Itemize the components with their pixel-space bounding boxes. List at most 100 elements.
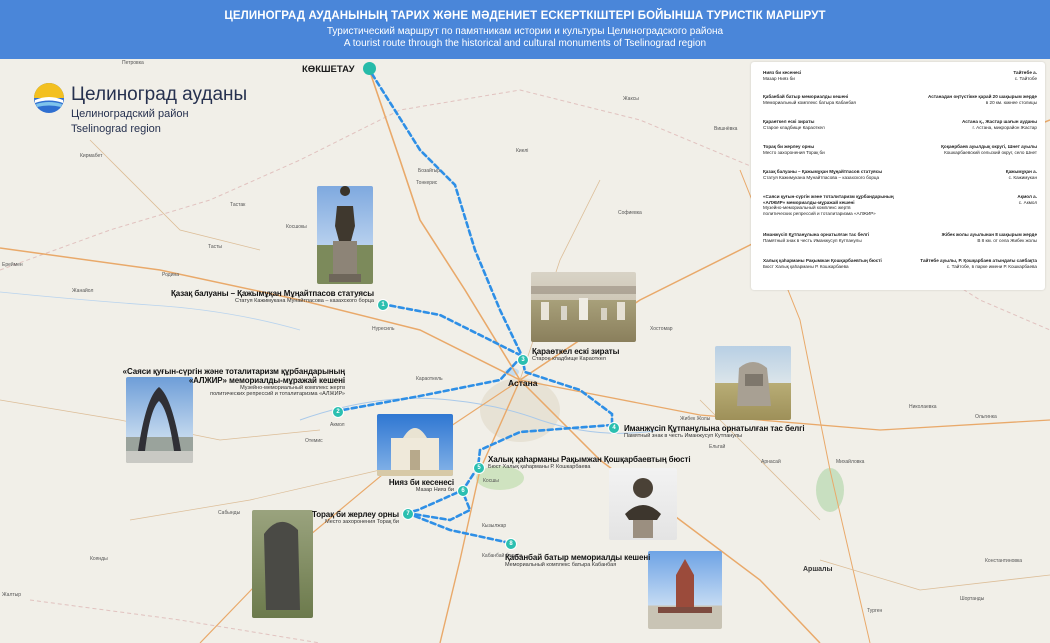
stop-subtitle: Мазар Нияз би — [415, 487, 454, 493]
place-label: Родина — [162, 272, 180, 278]
stop-title: Торақ би жерлеу орны — [311, 510, 399, 519]
stop-caption-2: «Саяси қуғын-сүргін және тоталитаризм құ… — [123, 367, 345, 397]
legend-subtitle: Памятный знак в честь Иманжусуп Кутпанул… — [763, 237, 862, 243]
legend-title: Қазақ балуаны – Қажымұқан Мұңайтпасов ст… — [763, 169, 883, 174]
place-label: Коянды — [90, 556, 108, 562]
statue-photo — [317, 186, 373, 284]
legend-location: Тайтөбе а. — [1013, 70, 1037, 75]
place-label: Ольгинка — [975, 414, 997, 420]
place-label: Акмол — [330, 422, 345, 428]
legend-location-ru: с. Акмол — [1018, 199, 1037, 205]
title-banner: ЦЕЛИНОГРАД АУДАНЫНЫҢ ТАРИХ ЖӘНЕ МӘДЕНИЕТ… — [0, 0, 1050, 59]
legend-title: Қабанбай батыр мемориалды кешені — [763, 94, 849, 99]
stop-marker-4[interactable]: 4 — [608, 422, 620, 434]
legend-location: Тайтөбе ауылы, Р. Қошқарбаев атындағы са… — [920, 258, 1037, 263]
stop-subtitle: Старое кладбище Караоткел — [532, 356, 606, 362]
legend-title: Иманжүсіп Құтпанұлына орнатылған тас бел… — [763, 232, 870, 237]
place-label: Жалтыр — [2, 592, 22, 598]
legend-title: Халық қаһарманы Рақымжан Қошқарбаевтың б… — [763, 258, 882, 263]
stop-subtitle: Бюст Халық қаһарманы Р. Кошкарбаева — [488, 464, 591, 470]
region-emblem-icon — [34, 83, 64, 113]
stop-title: Иманжүсіп Құтпанұлына орнатылған тас бел… — [624, 424, 805, 433]
legend-panel: Нияз би кесенесі Мазар Нияз би Тайтөбе а.… — [751, 62, 1045, 290]
place-label: Арнасай — [761, 459, 781, 465]
stop-title: Нияз би кесенесі — [388, 478, 454, 487]
stop-marker-8[interactable]: 8 — [505, 538, 517, 550]
bust-photo — [609, 468, 677, 540]
title-russian: Туристический маршрут по памятникам исто… — [326, 26, 724, 37]
stop-caption-6: Нияз би кесенесі Мазар Нияз би — [389, 478, 454, 493]
cemetery-photo — [531, 272, 636, 342]
legend-location: Жібек жолы ауылынан 8 шақырым жерде — [941, 232, 1037, 237]
place-label: Хостомар — [650, 326, 673, 332]
legend-location-ru: Кошкарбаевский сельский округ, село Шнет — [944, 149, 1037, 155]
stop-caption-4: Иманжүсіп Құтпанұлына орнатылған тас бел… — [624, 424, 805, 439]
legend-title-2: «АЛЖИР» мемориалды-мұражай кешені — [763, 199, 855, 205]
stop-title-2: «АЛЖИР» мемориалды-мұражай кешені — [188, 376, 345, 385]
place-label: Сабынды — [218, 510, 241, 516]
region-name-kazakh: Целиноград ауданы — [71, 84, 248, 105]
stop-marker-6[interactable]: 6 — [457, 485, 469, 497]
title-english: A tourist route through the historical a… — [343, 38, 707, 49]
legend-subtitle: Место захоронения Торақ би — [763, 149, 825, 155]
place-label: Шортанды — [960, 596, 985, 602]
place-label: Кирмабет — [80, 153, 103, 159]
stop-caption-7: Торақ би жерлеу орны Место захоронения Т… — [312, 510, 399, 525]
legend-subtitle: Бюст Халық қаһарманы Р. Кошкарбаева — [763, 263, 849, 269]
legend-location: Ақмол а. — [1017, 194, 1037, 199]
stop-marker-3[interactable]: 3 — [517, 354, 529, 366]
stop-subtitle: Место захоронения Торақ би — [325, 519, 399, 525]
legend-title: Торақ би жерлеу орны — [763, 144, 815, 149]
legend-location-ru: В 8 км. от села Жибек жолы — [977, 237, 1037, 243]
region-name-english: Tselinograd region — [71, 123, 161, 135]
stop-subtitle: Памятный знак в честь Иманжусуп Кутпанул… — [624, 433, 743, 439]
stop-title: Қараөткел ескі зираты — [532, 347, 620, 356]
place-label: Отемис — [305, 438, 323, 444]
stop-title: Халық қаһарманы Рақымжан Қошқарбаевтың б… — [488, 455, 691, 464]
place-label: Косшокы — [286, 224, 307, 230]
place-label: Турген — [867, 608, 883, 614]
legend-location-ru: с. Кажимукан — [1008, 174, 1037, 180]
stop-marker-2[interactable]: 2 — [332, 406, 344, 418]
place-label: Николаевка — [909, 404, 937, 410]
kokshetau-label: КӨКШЕТАУ — [302, 64, 355, 75]
stop-subtitle-2: политических репрессий и тоталитаризма «… — [210, 391, 345, 397]
legend-subtitle: Музейно-мемориальный комплекс жертв — [763, 205, 851, 211]
stop-marker-5[interactable]: 5 — [473, 462, 485, 474]
legend-subtitle: Мазар Нияз би — [763, 75, 795, 81]
legend-location-ru: с. Тайтобе — [1014, 75, 1037, 81]
place-label: Ереймен — [2, 262, 23, 268]
stop-marker-1[interactable]: 1 — [377, 299, 389, 311]
place-label: Бозайгыр — [418, 168, 441, 174]
legend-subtitle: Мемориальный комплекс батыра Кабанбая — [763, 99, 856, 105]
place-label: Аршалы — [803, 566, 833, 573]
stop-caption-5: Халық қаһарманы Рақымжан Қошқарбаевтың б… — [488, 455, 691, 470]
stop-title: «Саяси қуғын-сүргін және тоталитаризм құ… — [122, 367, 345, 376]
memorial-complex-photo — [648, 551, 722, 629]
place-label: Тасты — [208, 244, 222, 250]
stop-caption-3: Қараөткел ескі зираты Старое кладбище Ка… — [532, 347, 619, 362]
mausoleum-photo — [377, 414, 453, 476]
legend-subtitle: Старое кладбище Караоткел — [763, 124, 825, 130]
place-label: Киелі — [516, 148, 529, 154]
legend-location: Қоқаөрбаев ауылдық округі, Шнет ауылы — [941, 144, 1037, 149]
place-label: Вишнёвка — [714, 126, 738, 132]
legend-title: «Саяси қуғын-сүргін және тоталитаризм құ… — [763, 194, 894, 199]
place-label: Ельтай — [709, 444, 726, 450]
kokshetau-marker[interactable] — [363, 62, 376, 75]
place-label: Петровка — [122, 60, 144, 66]
legend-location-ru: с. Тайтобе, в парке имени Р. Кошкарбаева — [946, 263, 1037, 269]
region-logo-block: Целиноград ауданы Целиноградский район T… — [33, 82, 247, 135]
legend-location-ru: г. Астана, микрорайон Жастар — [972, 124, 1037, 130]
legend-location: Қажымұқан а. — [1005, 169, 1037, 174]
legend-title: Нияз би кесенесі — [763, 70, 802, 75]
legend-subtitle-2: политических репрессий и тоталитаризма «… — [763, 210, 876, 216]
place-label: Караоткель — [416, 376, 443, 382]
stop-marker-7[interactable]: 7 — [402, 508, 414, 520]
legend-title: Қараөткел ескі зираты — [763, 119, 815, 124]
place-label: Косшы — [483, 478, 499, 484]
stop-title: Қазақ балуаны – Қажымұқан Мұңайтпасов ст… — [170, 289, 374, 298]
place-label: Тонкерис — [416, 180, 438, 186]
place-label: Михайловка — [836, 459, 865, 465]
stop-title: Қабанбай батыр мемориалды кешені — [505, 553, 651, 562]
